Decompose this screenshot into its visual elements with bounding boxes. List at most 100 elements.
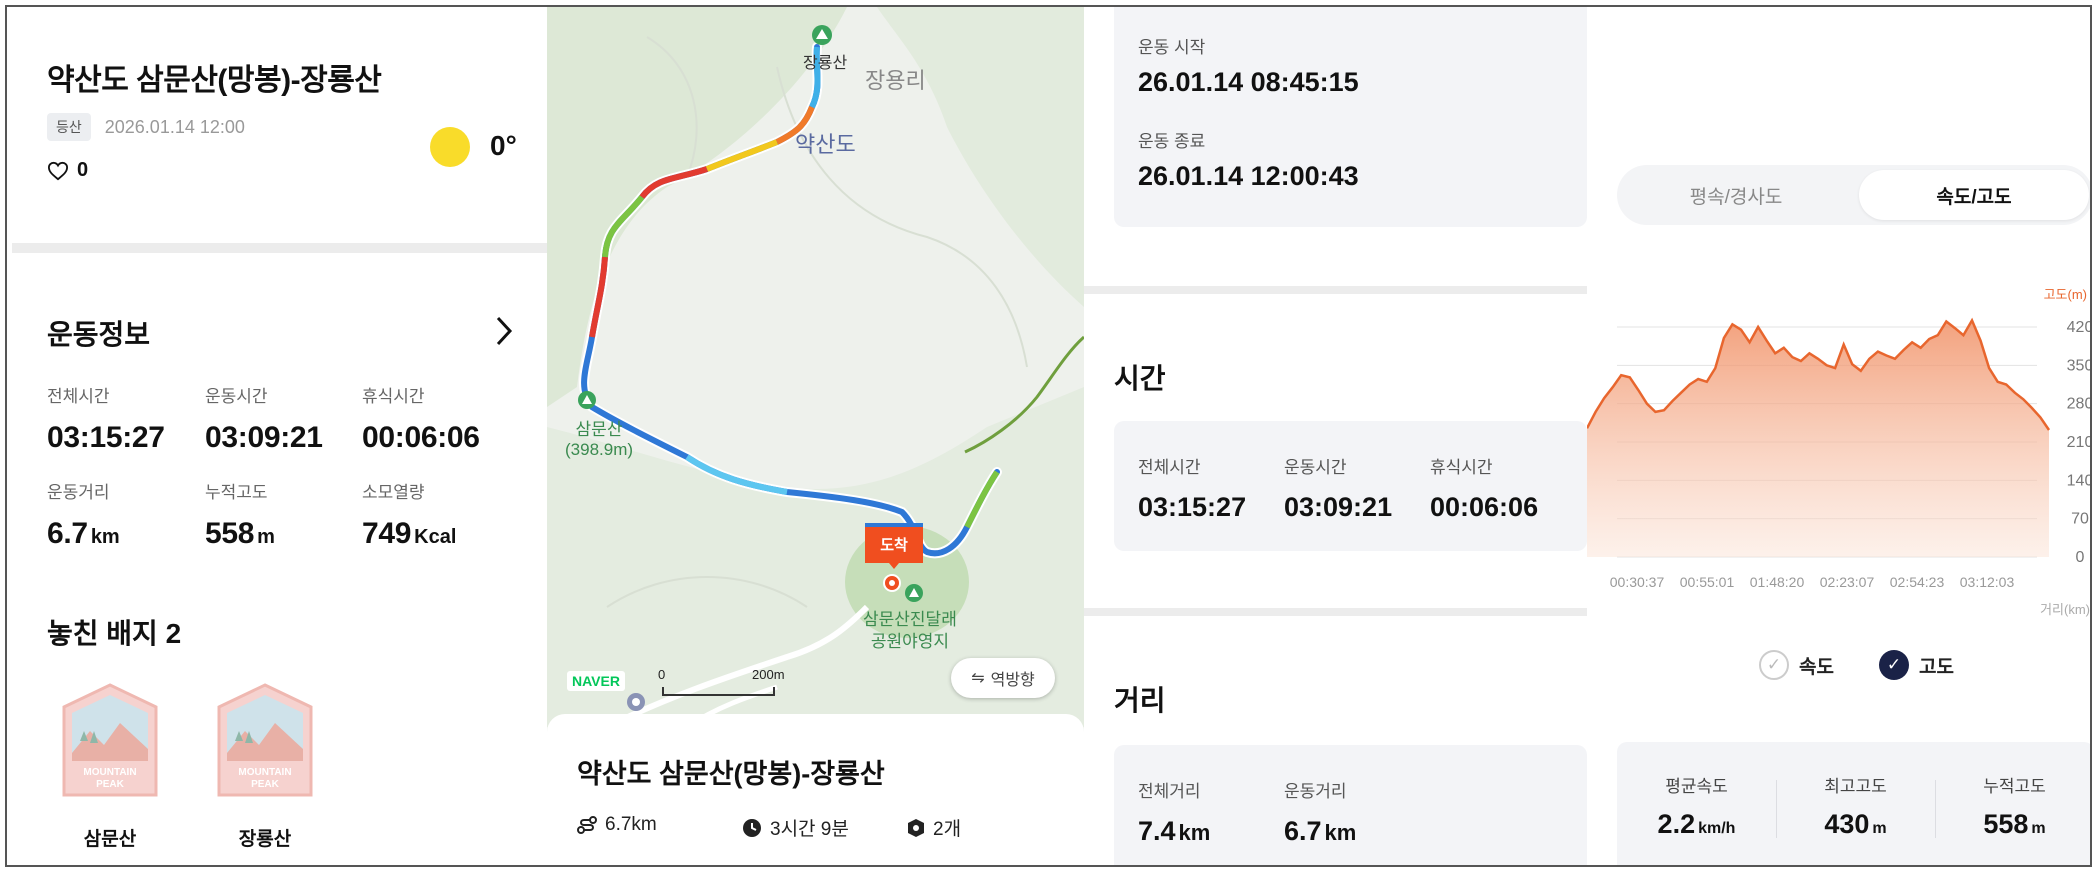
x-axis-label: 거리(km) [2040, 602, 2090, 617]
y-axis-label: 고도(m) [2044, 287, 2087, 302]
stat-label: 누적고도 [205, 483, 268, 502]
stat-value: 749 [362, 517, 412, 550]
activity-meta: 등산 2026.01.14 12:00 [47, 113, 245, 141]
summary-unit: m [1872, 820, 1887, 837]
legend-elevation-toggle[interactable]: ✓ 고도 [1879, 650, 1954, 680]
temperature: 0° [490, 130, 517, 161]
route-map-panel: 장룡산 장용리 약산도 삼문산 (398.9m) 도착 삼문산진달래 공원야영지… [547, 7, 1084, 865]
stat-unit: km [1178, 820, 1211, 845]
chevron-right-icon[interactable] [494, 315, 514, 347]
time-stat-moving: 운동시간 03:09:21 [1284, 453, 1392, 523]
unchecked-circle-icon: ✓ [1759, 650, 1789, 680]
stat-value: 00:06:06 [362, 421, 480, 454]
map-canvas[interactable] [547, 7, 1084, 727]
stat-value: 03:15:27 [1138, 492, 1247, 522]
route-card-title: 약산도 삼문산(망봉)-장룡산 [577, 759, 885, 789]
route-distance-value: 6.7km [605, 814, 657, 835]
session-card: 운동 시작 26.01.14 08:45:15 운동 종료 26.01.14 1… [1114, 7, 1587, 227]
stat-label: 운동거리 [1284, 782, 1347, 801]
distance-stat-total: 전체거리 7.4 km [1138, 777, 1210, 847]
svg-text:MOUNTAIN: MOUNTAIN [238, 767, 291, 778]
checked-circle-icon: ✓ [1879, 650, 1909, 680]
stat-label: 운동시간 [1284, 458, 1347, 477]
route-badges-value: 2개 [933, 819, 962, 840]
time-heading: 시간 [1114, 363, 1166, 394]
summary-value: 430 [1824, 809, 1870, 839]
summary-max-elevation: 최고고도 430 m [1776, 772, 1935, 840]
badge-item[interactable]: MOUNTAIN PEAK 장룡산 [215, 683, 315, 851]
distance-card: 전체거리 7.4 km 운동거리 6.7 km [1114, 745, 1587, 865]
y-tick-label: 210 [2067, 434, 2092, 451]
session-detail-panel: 운동 시작 26.01.14 08:45:15 운동 종료 26.01.14 1… [1084, 7, 1587, 865]
stat-label: 휴식시간 [362, 387, 425, 406]
summary-card: 평균속도 2.2 km/h 최고고도 430 m 누적고도 558 m [1617, 742, 2090, 865]
y-tick-label: 420 [2067, 319, 2092, 336]
stat-value: 7.4 [1138, 816, 1176, 846]
time-stat-total: 전체시간 03:15:27 [1138, 453, 1246, 523]
badge-art-text: MOUNTAIN [83, 767, 136, 778]
stat-label: 운동거리 [47, 483, 110, 502]
map-label-campsite: 삼문산진달래 공원야영지 [863, 609, 957, 653]
route-info-card: 약산도 삼문산(망봉)-장룡산 6.7km 3시간 9분 2개 [547, 714, 1084, 865]
scale-zero: 0 [658, 667, 666, 682]
stat-label: 휴식시간 [1430, 458, 1493, 477]
map-label-peak-left: 삼문산 (398.9m) [565, 415, 633, 460]
stat-elevation-gain: 누적고도 558 m [205, 478, 275, 551]
badge-shield-icon [908, 818, 924, 837]
activity-title: 약산도 삼문산(망봉)-장룡산 [47, 64, 382, 97]
stat-unit: km [1324, 820, 1357, 845]
summary-unit: km/h [1698, 820, 1736, 837]
summary-label: 평균속도 [1665, 777, 1728, 796]
summary-value: 2.2 [1657, 809, 1696, 839]
campsite-name-line2: 공원야영지 [870, 632, 950, 651]
badge-name: 장룡산 [238, 829, 292, 850]
heart-icon [47, 161, 69, 180]
swap-arrows-icon: ⇋ [971, 670, 985, 687]
peak-height: (398.9m) [565, 440, 634, 459]
stat-value: 03:09:21 [1284, 492, 1393, 522]
elevation-chart[interactable]: 0 70 140 210 280 350 420 00:30:37 00:55:01 01:48… [1587, 277, 2092, 627]
legend-elevation-label: 고도 [1919, 656, 1954, 678]
chart-panel: 평속/경사도 속도/고도 0 70 140 210 280 350 420 00:30:37… [1587, 7, 2092, 865]
summary-label: 최고고도 [1824, 777, 1887, 796]
reverse-direction-button[interactable]: ⇋ 역방향 [951, 658, 1055, 698]
sun-weather-icon [430, 127, 470, 167]
like-count: 0 [77, 159, 89, 181]
time-stat-rest: 휴식시간 00:06:06 [1430, 453, 1538, 523]
stat-label: 소모열량 [362, 483, 425, 502]
activity-datetime: 2026.01.14 12:00 [104, 116, 245, 137]
route-icon [577, 816, 597, 834]
section-divider [1084, 286, 1587, 294]
clock-icon [743, 818, 761, 837]
stat-rest-time: 휴식시간 00:06:06 [362, 382, 480, 455]
stat-value: 558 [205, 517, 255, 550]
summary-label: 누적고도 [1983, 777, 2046, 796]
start-value: 26.01.14 08:45:15 [1138, 67, 1359, 97]
route-duration-value: 3시간 9분 [770, 819, 849, 840]
svg-text:PEAK: PEAK [96, 779, 125, 790]
stat-unit: m [257, 526, 275, 548]
route-distance: 6.7km [577, 814, 657, 836]
elevation-area [1587, 320, 2049, 557]
stat-value: 03:09:21 [205, 421, 323, 454]
legend-speed-toggle[interactable]: ✓ 속도 [1759, 650, 1834, 680]
mountain-badge-icon: MOUNTAIN PEAK [62, 683, 158, 797]
mountain-badge-icon: MOUNTAIN PEAK [217, 683, 313, 797]
legend-speed-label: 속도 [1799, 656, 1834, 678]
activity-type-tag: 등산 [47, 113, 91, 141]
stat-label: 전체시간 [1138, 458, 1201, 477]
stat-label: 전체시간 [47, 387, 110, 406]
campsite-name-line1: 삼문산진달래 [863, 610, 957, 629]
stat-label: 전체거리 [1138, 782, 1201, 801]
tab-speed-elevation[interactable]: 속도/고도 [1859, 170, 2089, 220]
like-button[interactable]: 0 [47, 159, 88, 182]
map-label-island: 약산도 [795, 132, 856, 157]
badge-item[interactable]: MOUNTAIN PEAK 삼문산 [60, 683, 160, 851]
stat-value: 03:15:27 [47, 421, 165, 454]
stat-unit: Kcal [414, 526, 457, 548]
map-label-village: 장용리 [865, 68, 926, 93]
section-divider [1084, 608, 1587, 616]
tab-speed-slope[interactable]: 평속/경사도 [1617, 165, 1855, 225]
summary-value: 558 [1983, 809, 2029, 839]
x-tick-label: 03:12:03 [1960, 574, 2015, 590]
